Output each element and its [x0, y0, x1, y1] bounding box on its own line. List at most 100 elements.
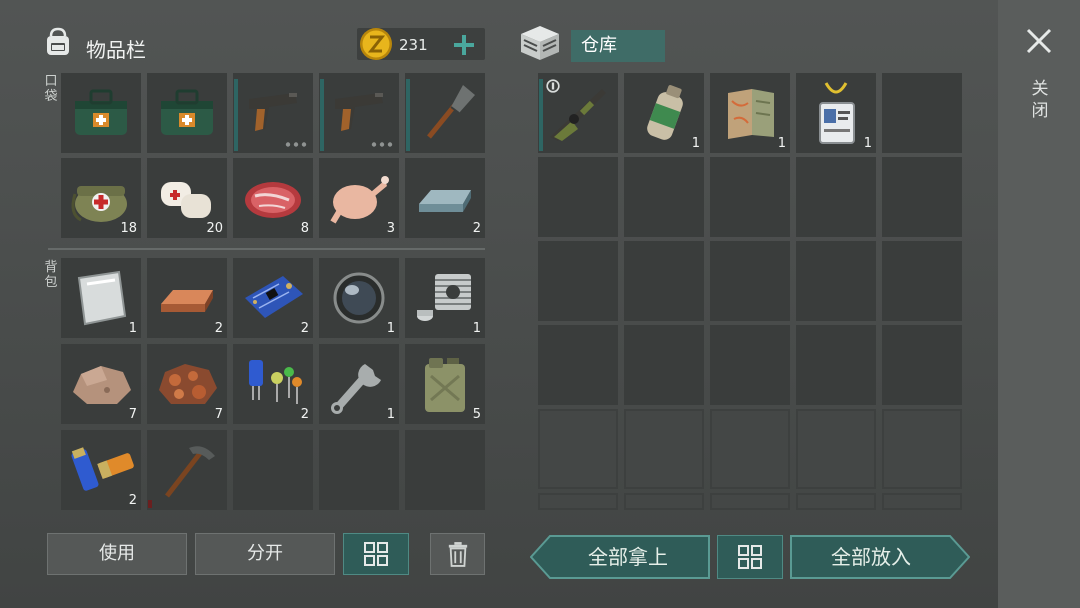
storage-slot[interactable]: 1	[710, 73, 790, 153]
item-quantity: 8	[300, 221, 309, 236]
pocket-label: 口袋	[44, 74, 58, 104]
backpack-slot[interactable]: 1	[319, 344, 399, 424]
coin-amount: 231	[399, 36, 428, 54]
inventory-title: 物品栏	[86, 38, 146, 62]
pocket-slot[interactable]: 2	[405, 158, 485, 238]
raw-meat-icon	[245, 182, 301, 218]
pocket-slot[interactable]	[405, 73, 485, 153]
storage-slot[interactable]	[624, 325, 704, 405]
pocket-slot[interactable]: 3	[319, 158, 399, 238]
storage-slot[interactable]	[538, 409, 618, 489]
pocket-slot[interactable]	[319, 73, 399, 153]
backpack-slot[interactable]: 2	[233, 344, 313, 424]
backpack-slot[interactable]: 2	[147, 258, 227, 338]
put-all-button[interactable]: 全部放入	[790, 535, 952, 579]
backpack-slot[interactable]: 1	[319, 258, 399, 338]
pocket-slot[interactable]	[147, 73, 227, 153]
trash-icon	[448, 542, 467, 567]
split-button[interactable]: 分开	[195, 533, 335, 575]
id-badge-icon	[819, 82, 855, 144]
backpack-slot[interactable]	[405, 430, 485, 510]
copper-ingot-icon	[161, 290, 213, 312]
storage-slot[interactable]: 1	[796, 73, 876, 153]
storage-slot[interactable]	[710, 409, 790, 489]
tab-storage[interactable]: 仓库	[571, 30, 665, 62]
backpack-slot[interactable]: 1	[61, 258, 141, 338]
trash-button[interactable]	[430, 533, 485, 575]
close-label[interactable]: 关闭	[1030, 78, 1050, 122]
item-quantity: 1	[777, 136, 786, 151]
storage-slot[interactable]	[710, 241, 790, 321]
take-all-button[interactable]: 全部拿上	[548, 535, 708, 579]
pocket-slot[interactable]: 8	[233, 158, 313, 238]
storage-slot[interactable]	[624, 409, 704, 489]
pocket-slot[interactable]	[233, 73, 313, 153]
storage-slot[interactable]	[882, 493, 962, 510]
lens-icon	[333, 272, 385, 324]
fuel-canister-icon	[425, 358, 465, 412]
storage-slot[interactable]	[796, 493, 876, 510]
storage-slot[interactable]	[796, 325, 876, 405]
grid-view-button[interactable]	[343, 533, 409, 575]
durability-bar	[406, 79, 410, 151]
item-quantity: 1	[386, 407, 395, 422]
storage-slot[interactable]	[538, 241, 618, 321]
item-quantity: 1	[863, 136, 872, 151]
item-quantity: 3	[386, 221, 395, 236]
storage-slot[interactable]: 1	[624, 73, 704, 153]
backpack-slot[interactable]	[319, 430, 399, 510]
storage-slot[interactable]	[624, 493, 704, 510]
section-divider	[48, 248, 485, 250]
item-quantity: 1	[128, 321, 137, 336]
backpack-slot[interactable]: 1	[405, 258, 485, 338]
backpack-slot[interactable]: 7	[61, 344, 141, 424]
storage-slot[interactable]	[710, 325, 790, 405]
item-quantity: 2	[300, 407, 309, 422]
storage-slot[interactable]	[624, 157, 704, 237]
backpack-label: 背包	[44, 260, 58, 290]
storage-slot[interactable]	[538, 493, 618, 510]
storage-slot[interactable]	[538, 157, 618, 237]
pocket-slot[interactable]: 20	[147, 158, 227, 238]
storage-slot[interactable]	[538, 325, 618, 405]
storage-slot[interactable]	[882, 241, 962, 321]
item-quantity: 7	[214, 407, 223, 422]
protected-icon	[546, 79, 560, 93]
backpack-slot[interactable]: 2	[61, 430, 141, 510]
storage-slot[interactable]	[882, 157, 962, 237]
wrench-icon	[331, 364, 381, 414]
pickaxe-icon	[165, 446, 215, 498]
storage-slot[interactable]	[624, 241, 704, 321]
backpack-slot[interactable]	[233, 430, 313, 510]
pocket-slot[interactable]: 18	[61, 158, 141, 238]
storage-grid-view-button[interactable]	[717, 535, 783, 579]
backpack-slot[interactable]: 2	[233, 258, 313, 338]
stone-ore-icon	[73, 366, 131, 404]
storage-slot[interactable]	[882, 325, 962, 405]
storage-slot[interactable]	[710, 157, 790, 237]
item-quantity: 20	[206, 221, 223, 236]
item-quantity: 1	[691, 136, 700, 151]
use-button[interactable]: 使用	[47, 533, 187, 575]
backpack-slot[interactable]	[147, 430, 227, 510]
aluminum-sheet-icon	[77, 270, 127, 326]
backpack-slot[interactable]: 7	[147, 344, 227, 424]
durability-bar	[234, 79, 238, 151]
iron-ingot-icon	[419, 190, 471, 212]
storage-slot[interactable]	[882, 73, 962, 153]
storage-slot[interactable]	[710, 493, 790, 510]
add-coins-button[interactable]	[452, 33, 476, 57]
pocket-slot[interactable]	[61, 73, 141, 153]
storage-slot[interactable]	[538, 73, 618, 153]
storage-slot[interactable]	[796, 409, 876, 489]
durability-bar	[539, 79, 543, 151]
backpack-slot[interactable]: 5	[405, 344, 485, 424]
storage-slot[interactable]	[882, 409, 962, 489]
storage-slot[interactable]	[796, 241, 876, 321]
durability-bar	[320, 79, 324, 151]
item-quantity: 5	[472, 407, 481, 422]
close-icon[interactable]	[1024, 26, 1054, 56]
storage-slot[interactable]	[796, 157, 876, 237]
shovel-icon	[427, 85, 475, 139]
item-quantity: 2	[472, 221, 481, 236]
